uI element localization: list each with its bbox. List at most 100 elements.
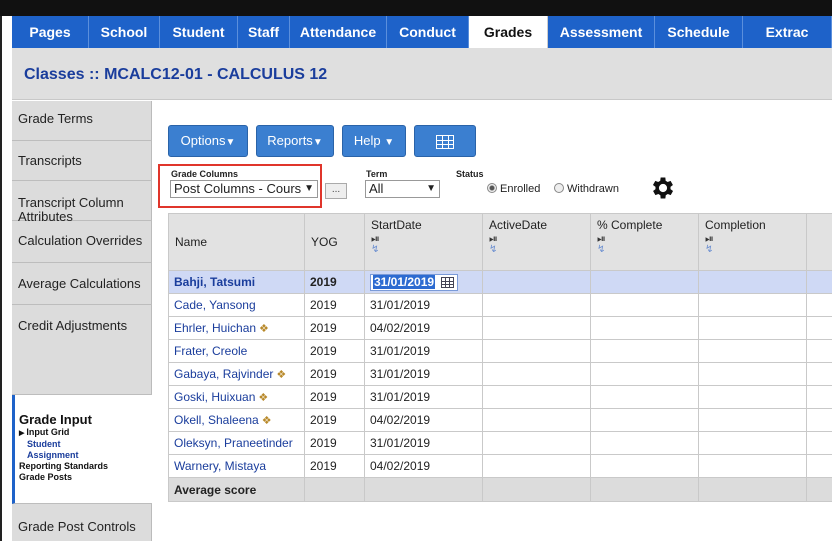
student-name-cell[interactable]: Bahji, Tatsumi — [168, 270, 305, 294]
student-name[interactable]: Oleksyn, Praneetinder — [174, 436, 293, 450]
completion-cell[interactable] — [698, 385, 807, 409]
grade-columns-select[interactable]: Post Columns - Cours ▼ — [170, 180, 318, 198]
percent-complete-cell[interactable] — [590, 316, 699, 340]
nav-tab-staff[interactable]: Staff — [238, 16, 290, 48]
grade-columns-browse-button[interactable]: ... — [325, 183, 347, 199]
completion-cell[interactable] — [698, 316, 807, 340]
table-row[interactable]: Bahji, Tatsumi 2019 31/01/2019 — [168, 270, 832, 294]
reports-button[interactable]: Reports▼ — [256, 125, 334, 157]
completion-cell[interactable] — [698, 362, 807, 386]
table-row[interactable]: Warnery, Mistaya 2019 04/02/2019 — [168, 454, 832, 478]
side-item-credit-adjustments[interactable]: Credit Adjustments — [12, 305, 152, 395]
pin-icon[interactable]: ⏯ — [371, 234, 476, 245]
calendar-icon[interactable] — [441, 276, 454, 288]
nav-tab-pages[interactable]: Pages — [12, 16, 89, 48]
table-row[interactable]: Cade, Yansong 2019 31/01/2019 — [168, 293, 832, 317]
percent-complete-cell[interactable] — [590, 385, 699, 409]
gear-icon[interactable] — [649, 174, 677, 202]
fill-down-icon[interactable]: ↯ — [371, 244, 476, 256]
activedate-cell[interactable] — [482, 293, 591, 317]
table-row[interactable]: Gabaya, Rajvinder ❖ 2019 31/01/2019 — [168, 362, 832, 386]
completion-cell[interactable] — [698, 454, 807, 478]
activedate-cell[interactable] — [482, 362, 591, 386]
percent-complete-cell[interactable] — [590, 408, 699, 432]
completion-cell[interactable] — [698, 293, 807, 317]
fill-down-icon[interactable]: ↯ — [705, 244, 800, 256]
activedate-cell[interactable] — [482, 385, 591, 409]
student-name-cell[interactable]: Ehrler, Huichan ❖ — [168, 316, 305, 340]
reporting-standards-link[interactable]: Reporting Standards — [19, 461, 152, 472]
completion-cell[interactable] — [698, 270, 807, 294]
student-name-cell[interactable]: Warnery, Mistaya — [168, 454, 305, 478]
pin-icon[interactable]: ⏯ — [597, 234, 692, 245]
startdate-cell[interactable]: 04/02/2019 — [364, 454, 483, 478]
column-header-percent-complete[interactable]: % Complete ⏯ ↯ — [590, 213, 699, 271]
status-withdrawn-radio[interactable]: Withdrawn — [554, 183, 619, 195]
options-button[interactable]: Options▼ — [168, 125, 248, 157]
column-header-startdate[interactable]: StartDate ⏯ ↯ — [364, 213, 483, 271]
activedate-cell[interactable] — [482, 454, 591, 478]
student-name[interactable]: Goski, Huixuan — [174, 390, 255, 404]
assignment-link[interactable]: Assignment — [19, 450, 152, 461]
table-row[interactable]: Oleksyn, Praneetinder 2019 31/01/2019 — [168, 431, 832, 455]
percent-complete-cell[interactable] — [590, 454, 699, 478]
student-name-cell[interactable]: Cade, Yansong — [168, 293, 305, 317]
table-row[interactable]: Goski, Huixuan ❖ 2019 31/01/2019 — [168, 385, 832, 409]
help-button[interactable]: Help ▼ — [342, 125, 406, 157]
side-item-calculation-overrides[interactable]: Calculation Overrides — [12, 221, 152, 263]
nav-tab-schedule[interactable]: Schedule — [655, 16, 743, 48]
activedate-cell[interactable] — [482, 408, 591, 432]
startdate-cell[interactable]: 04/02/2019 — [364, 316, 483, 340]
startdate-cell[interactable]: 31/01/2019 — [364, 293, 483, 317]
page-title-prefix[interactable]: Classes — [24, 66, 85, 83]
completion-cell[interactable] — [698, 408, 807, 432]
completion-cell[interactable] — [698, 431, 807, 455]
startdate-input[interactable]: 31/01/2019 — [370, 273, 458, 291]
percent-complete-cell[interactable] — [590, 362, 699, 386]
startdate-cell[interactable]: 31/01/2019 — [364, 431, 483, 455]
table-row[interactable]: Ehrler, Huichan ❖ 2019 04/02/2019 — [168, 316, 832, 340]
column-header-yog[interactable]: YOG — [304, 213, 365, 271]
side-item-average-calculations[interactable]: Average Calculations — [12, 263, 152, 305]
grid-view-button[interactable] — [414, 125, 476, 157]
percent-complete-cell[interactable] — [590, 431, 699, 455]
nav-tab-grades[interactable]: Grades — [469, 16, 548, 48]
nav-tab-assessment[interactable]: Assessment — [548, 16, 655, 48]
activedate-cell[interactable] — [482, 339, 591, 363]
nav-tab-school[interactable]: School — [89, 16, 160, 48]
percent-complete-cell[interactable] — [590, 270, 699, 294]
student-name[interactable]: Okell, Shaleena — [174, 413, 259, 427]
startdate-cell[interactable]: 31/01/2019 — [364, 270, 483, 294]
nav-tab-student[interactable]: Student — [160, 16, 238, 48]
student-link[interactable]: Student — [19, 439, 152, 450]
student-name-cell[interactable]: Frater, Creole — [168, 339, 305, 363]
percent-complete-cell[interactable] — [590, 339, 699, 363]
student-info-icon[interactable]: ❖ — [259, 323, 269, 335]
pin-icon[interactable]: ⏯ — [705, 234, 800, 245]
side-item-grade-terms[interactable]: Grade Terms — [12, 101, 152, 141]
startdate-cell[interactable]: 31/01/2019 — [364, 339, 483, 363]
activedate-cell[interactable] — [482, 431, 591, 455]
grade-posts-link[interactable]: Grade Posts — [19, 472, 152, 483]
student-name-cell[interactable]: Okell, Shaleena ❖ — [168, 408, 305, 432]
startdate-cell[interactable]: 31/01/2019 — [364, 385, 483, 409]
student-name-cell[interactable]: Gabaya, Rajvinder ❖ — [168, 362, 305, 386]
side-item-transcript-column-attributes[interactable]: Transcript Column Attributes — [12, 181, 152, 224]
side-item-transcripts[interactable]: Transcripts — [12, 141, 152, 181]
table-row[interactable]: Okell, Shaleena ❖ 2019 04/02/2019 — [168, 408, 832, 432]
column-header-name[interactable]: Name — [168, 213, 305, 271]
startdate-cell[interactable]: 04/02/2019 — [364, 408, 483, 432]
completion-cell[interactable] — [698, 339, 807, 363]
fill-down-icon[interactable]: ↯ — [489, 244, 584, 256]
status-enrolled-radio[interactable]: Enrolled — [487, 183, 540, 195]
table-row[interactable]: Frater, Creole 2019 31/01/2019 — [168, 339, 832, 363]
activedate-cell[interactable] — [482, 316, 591, 340]
nav-tab-attendance[interactable]: Attendance — [290, 16, 387, 48]
startdate-cell[interactable]: 31/01/2019 — [364, 362, 483, 386]
student-name[interactable]: Ehrler, Huichan — [174, 321, 256, 335]
fill-down-icon[interactable]: ↯ — [597, 244, 692, 256]
student-info-icon[interactable]: ❖ — [276, 369, 286, 381]
student-info-icon[interactable]: ❖ — [258, 392, 268, 404]
student-name-cell[interactable]: Oleksyn, Praneetinder — [168, 431, 305, 455]
side-item-grade-post-controls[interactable]: Grade Post Controls — [12, 504, 152, 541]
